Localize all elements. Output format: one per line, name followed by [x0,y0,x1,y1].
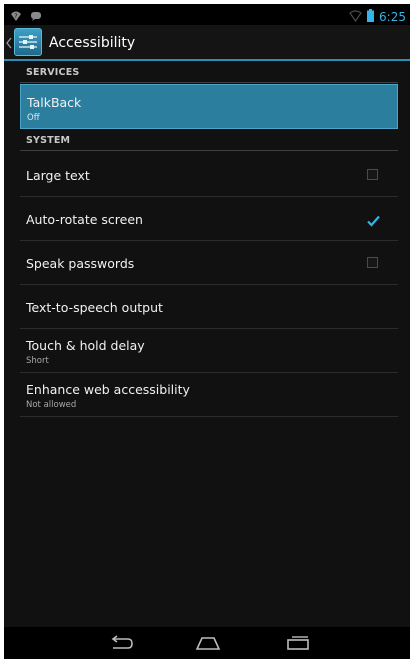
section-header-services: SERVICES [20,64,398,83]
section-header-system: SYSTEM [20,132,398,151]
pref-title: Large text [26,168,90,183]
large-text-checkbox[interactable] [367,169,378,180]
home-button[interactable] [178,627,238,659]
notification-icon [30,7,42,26]
recent-apps-icon [287,636,309,650]
navigation-bar [4,627,410,659]
pref-auto-rotate[interactable]: Auto-rotate screen [20,197,398,241]
action-bar: Accessibility [4,25,410,61]
back-icon [111,635,133,649]
svg-text:?: ? [14,13,17,20]
auto-rotate-checkbox[interactable] [367,212,380,227]
battery-icon [367,7,375,26]
pref-touch-hold-delay[interactable]: Touch & hold delay Short [20,329,398,373]
pref-tts-output[interactable]: Text-to-speech output [20,285,398,329]
pref-title: Text-to-speech output [26,300,163,315]
status-time: 6:25 [379,9,406,24]
pref-summary: Short [26,356,49,366]
device-screen: ? 6:25 Accessibility SERVICES TalkBack O… [4,4,410,659]
pref-summary: Not allowed [26,400,77,410]
status-bar: ? 6:25 [4,4,410,25]
checkmark-icon [367,215,380,227]
speak-passwords-checkbox[interactable] [367,257,378,268]
home-icon [195,637,221,650]
pref-talkback[interactable]: TalkBack Off [20,84,398,129]
pref-title: TalkBack [27,95,82,110]
accessibility-settings-icon[interactable] [14,28,42,56]
wifi-question-icon: ? [10,7,22,26]
pref-title: Touch & hold delay [26,338,145,353]
pref-large-text[interactable]: Large text [20,153,398,197]
back-button[interactable] [92,627,152,659]
pref-title: Auto-rotate screen [26,212,143,227]
pref-speak-passwords[interactable]: Speak passwords [20,241,398,285]
pref-enhance-web-accessibility[interactable]: Enhance web accessibility Not allowed [20,373,398,417]
pref-title: Speak passwords [26,256,135,271]
signal-icon [349,7,362,26]
page-title: Accessibility [49,35,136,51]
recent-apps-button[interactable] [268,627,328,659]
up-caret-icon[interactable] [6,34,12,53]
pref-title: Enhance web accessibility [26,382,190,397]
pref-summary: Off [27,113,40,123]
